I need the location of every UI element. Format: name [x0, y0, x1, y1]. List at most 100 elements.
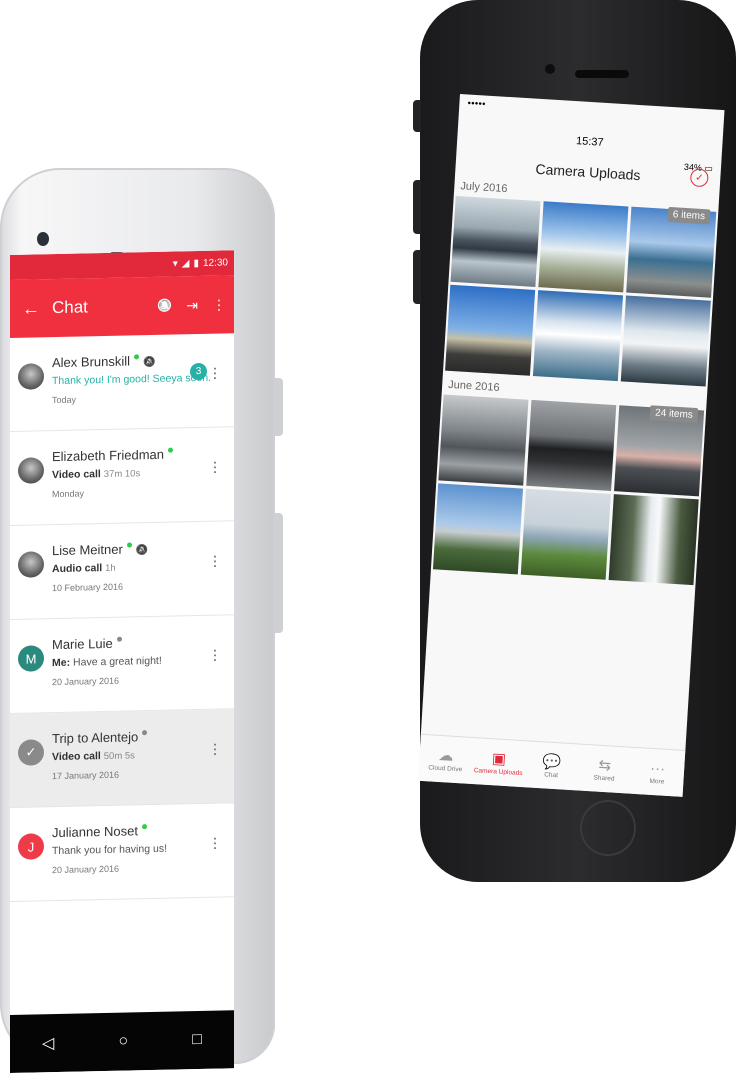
- chat-options-icon[interactable]: ⋮: [208, 741, 222, 757]
- chat-list-item[interactable]: M Marie Luie Me: Have a great night! 20 Jan…: [10, 615, 234, 714]
- chat-options-icon[interactable]: ⋮: [208, 553, 222, 569]
- mute-icon[interactable]: 🔕: [157, 299, 172, 313]
- presence-dot: [168, 447, 173, 453]
- volume-button: [275, 378, 283, 436]
- photo-thumbnail[interactable]: [432, 483, 524, 575]
- chat-list-item[interactable]: Elizabeth Friedman Video call 37m 10s Mond…: [10, 427, 234, 526]
- photo-thumbnail[interactable]: [438, 394, 529, 486]
- photo-thumbnail[interactable]: [526, 399, 617, 491]
- uploads-sections: July 2016 6 items June 2016 24 items: [431, 172, 720, 586]
- tab-shared[interactable]: ⇆ Shared: [577, 745, 633, 794]
- nav-home-icon[interactable]: ○: [118, 1033, 128, 1051]
- presence-dot: [134, 354, 140, 360]
- tab-camera-uploads[interactable]: ▣ Camera Uploads: [471, 738, 527, 787]
- chat-name-row: Julianne Noset: [52, 823, 147, 840]
- more-options-icon[interactable]: ⋮: [212, 296, 226, 313]
- chat-date: Monday: [52, 488, 85, 500]
- message-prefix: Video call: [52, 468, 101, 482]
- tab-cloud-drive[interactable]: ☁ Cloud Drive: [418, 735, 474, 784]
- photo-thumbnail[interactable]: [620, 295, 711, 387]
- chat-toolbar: ← Chat 🔕 ⇥ ⋮: [10, 275, 234, 338]
- message-text: Thank you for having us!: [52, 842, 167, 858]
- chat-date: 17 January 2016: [52, 769, 120, 782]
- nav-recents-icon[interactable]: □: [192, 1031, 202, 1049]
- chat-name-row: Lise Meitner 🔕: [52, 541, 148, 558]
- tab-label: Cloud Drive: [428, 763, 463, 773]
- chat-name: Trip to Alentejo: [52, 729, 139, 747]
- iphone: ●●●●● 15:37 34% ▭ Camera Uploads ✓ July …: [413, 0, 736, 882]
- items-count-badge: 6 items: [667, 206, 711, 225]
- photo-grid: [443, 195, 718, 387]
- photo-thumbnail[interactable]: [608, 494, 699, 586]
- photo-thumbnail[interactable]: [445, 284, 536, 376]
- tab-label: More: [649, 777, 665, 786]
- leave-icon[interactable]: ⇥: [186, 297, 198, 314]
- message-prefix: Me:: [52, 656, 71, 670]
- chat-name-row: Alex Brunskill 🔕: [52, 353, 155, 370]
- back-arrow-icon[interactable]: ←: [22, 298, 52, 320]
- upload-section: June 2016 24 items: [431, 370, 708, 586]
- photo-thumbnail[interactable]: [450, 195, 541, 287]
- chat-name: Alex Brunskill: [52, 353, 131, 371]
- chat-name: Lise Meitner: [52, 541, 123, 559]
- power-button: [275, 513, 283, 633]
- call-duration: 1h: [105, 562, 116, 575]
- chat-name: Julianne Noset: [52, 823, 138, 841]
- signal-icon: ●●●●●: [467, 100, 486, 108]
- mute-switch: [413, 100, 421, 132]
- message-text: Thank you! I'm good! Seeya soon.: [52, 371, 212, 388]
- shared-folder-icon: ⇆: [597, 756, 612, 774]
- chat-options-icon[interactable]: ⋮: [208, 835, 222, 851]
- chat-options-icon[interactable]: ⋮: [208, 365, 222, 381]
- presence-dot: [142, 730, 148, 736]
- tab-label: Camera Uploads: [473, 766, 523, 777]
- photo-thumbnail[interactable]: [538, 201, 629, 293]
- chat-name: Elizabeth Friedman: [52, 446, 164, 465]
- chat-name-row: Trip to Alentejo: [52, 729, 148, 747]
- chat-name: Marie Luie: [52, 635, 113, 653]
- chat-date: 10 February 2016: [52, 581, 124, 594]
- front-camera: [545, 64, 555, 74]
- nav-back-icon[interactable]: ◁: [42, 1033, 54, 1053]
- muted-bell-icon: 🔕: [143, 356, 156, 369]
- chat-list-item[interactable]: Alex Brunskill 🔕 Thank you! I'm good! Seey…: [10, 333, 234, 432]
- status-time: 12:30: [202, 257, 228, 269]
- chat-last-message: Video call 50m 5s: [52, 749, 135, 763]
- chat-list-item[interactable]: J Julianne Noset Thank you for having us! 2…: [10, 803, 234, 902]
- wifi-icon: ▾: [172, 258, 178, 270]
- earpiece: [575, 70, 629, 78]
- home-button[interactable]: [580, 800, 636, 856]
- battery-icon: ▮: [193, 258, 199, 270]
- chat-list-item[interactable]: ✓ Trip to Alentejo Video call 50m 5s 17 Jan…: [10, 709, 234, 808]
- call-duration: 50m 5s: [103, 750, 135, 763]
- chat-last-message: Me: Have a great night!: [52, 655, 162, 669]
- presence-dot: [126, 542, 132, 548]
- status-bar: ●●●●●: [459, 94, 725, 128]
- chat-last-message: Video call 37m 10s: [52, 467, 140, 481]
- muted-bell-icon: 🔕: [135, 545, 149, 557]
- chat-name-row: Elizabeth Friedman: [52, 446, 173, 465]
- photo-thumbnail[interactable]: [532, 290, 624, 382]
- select-check-icon[interactable]: ✓: [689, 168, 709, 188]
- photo-thumbnail[interactable]: [520, 488, 611, 580]
- chat-bubble-icon: 💬: [542, 752, 562, 771]
- avatar: J: [18, 833, 44, 860]
- iphone-screen: ●●●●● 15:37 34% ▭ Camera Uploads ✓ July …: [417, 94, 725, 797]
- tab-more[interactable]: ··· More: [630, 748, 686, 797]
- chat-list: Alex Brunskill 🔕 Thank you! I'm good! Seey…: [10, 333, 234, 902]
- chat-options-icon[interactable]: ⋮: [208, 459, 222, 475]
- chat-date: Today: [52, 394, 77, 406]
- photo-icon: ▣: [491, 749, 507, 768]
- chat-last-message: Audio call 1h: [52, 562, 116, 575]
- android-screen: ▾ ◢ ▮ 12:30 ← Chat 🔕 ⇥ ⋮ Alex Brunskill 🔕…: [10, 250, 234, 1073]
- chat-list-item[interactable]: Lise Meitner 🔕 Audio call 1h 10 February 20…: [10, 521, 234, 620]
- message-prefix: Video call: [52, 750, 101, 764]
- tab-label: Chat: [544, 770, 559, 779]
- tab-chat[interactable]: 💬 Chat: [524, 741, 580, 790]
- chat-date: 20 January 2016: [52, 863, 120, 876]
- avatar: [18, 551, 44, 578]
- chat-last-message: Thank you! I'm good! Seeya soon.: [52, 372, 211, 387]
- avatar: ✓: [18, 739, 44, 766]
- message-text: Have a great night!: [73, 654, 162, 669]
- chat-options-icon[interactable]: ⋮: [208, 647, 222, 663]
